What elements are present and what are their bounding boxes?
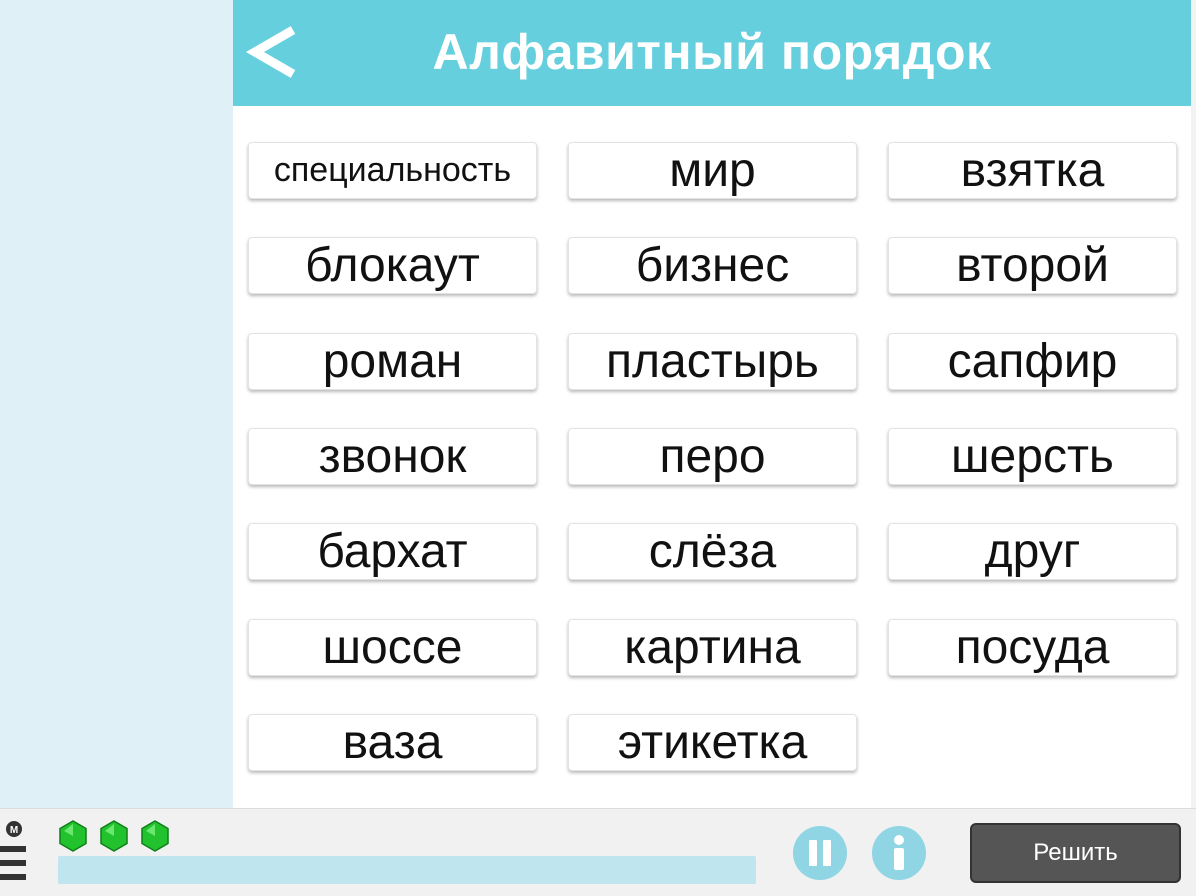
menu-badge-letter: M bbox=[10, 825, 18, 836]
info-icon bbox=[894, 835, 904, 870]
menu-button[interactable]: M bbox=[0, 820, 28, 896]
info-button[interactable] bbox=[872, 826, 926, 880]
word-tile[interactable]: шерсть bbox=[888, 428, 1177, 485]
header-bar: Алфавитный порядок bbox=[233, 0, 1191, 106]
word-tile[interactable]: перо bbox=[568, 428, 857, 485]
word-tile[interactable]: пластырь bbox=[568, 333, 857, 390]
progress-bar bbox=[58, 856, 756, 884]
word-tile[interactable]: сапфир bbox=[888, 333, 1177, 390]
solve-button[interactable]: Решить bbox=[970, 823, 1181, 883]
word-tile[interactable]: взятка bbox=[888, 142, 1177, 199]
word-tile[interactable]: картина bbox=[568, 619, 857, 676]
word-tile[interactable]: бархат bbox=[248, 523, 537, 580]
word-tile[interactable]: слёза bbox=[568, 523, 857, 580]
menu-icon: M bbox=[0, 821, 26, 880]
pause-button[interactable] bbox=[793, 826, 847, 880]
word-tile[interactable]: роман bbox=[248, 333, 537, 390]
word-tile[interactable]: бизнес bbox=[568, 237, 857, 294]
word-tile[interactable]: звонок bbox=[248, 428, 537, 485]
left-side-panel bbox=[0, 0, 233, 808]
word-tile[interactable]: блокаут bbox=[248, 237, 537, 294]
word-tile[interactable]: специальность bbox=[248, 142, 537, 199]
word-tile[interactable]: друг bbox=[888, 523, 1177, 580]
word-tile[interactable]: этикетка bbox=[568, 714, 857, 771]
word-tile[interactable]: шоссе bbox=[248, 619, 537, 676]
pause-icon bbox=[809, 840, 831, 866]
word-tile[interactable]: мир bbox=[568, 142, 857, 199]
word-grid: специальность мир взятка блокаут бизнес второ… bbox=[248, 142, 1177, 774]
lives-gems bbox=[56, 818, 176, 854]
word-tile[interactable]: второй bbox=[888, 237, 1177, 294]
right-edge-strip bbox=[1191, 0, 1196, 808]
word-tile[interactable]: ваза bbox=[248, 714, 537, 771]
page-title: Алфавитный порядок bbox=[432, 24, 992, 80]
word-tile[interactable]: посуда bbox=[888, 619, 1177, 676]
